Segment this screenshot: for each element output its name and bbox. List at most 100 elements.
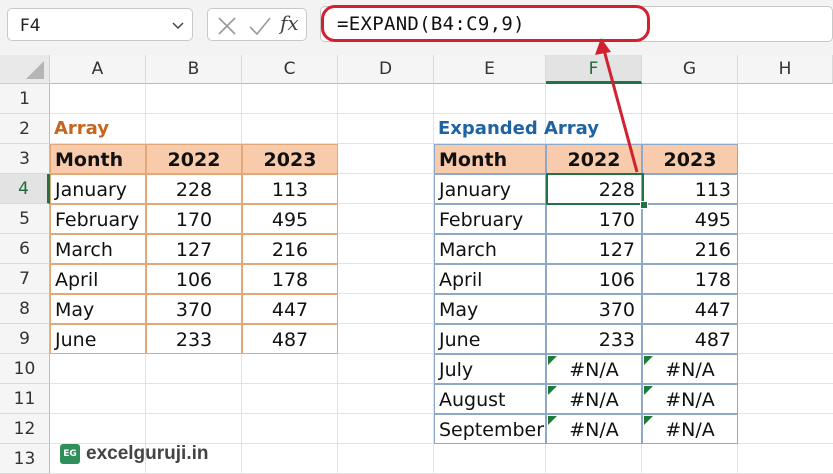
error-indicator-icon [548, 416, 557, 425]
right-table-cell[interactable]: 216 [642, 234, 738, 264]
row-header-10[interactable]: 10 [0, 354, 50, 384]
left-table-cell[interactable]: 228 [146, 174, 242, 204]
error-value: #N/A [569, 389, 619, 411]
checkmark-icon[interactable] [248, 15, 272, 37]
left-table-cell[interactable]: 113 [242, 174, 338, 204]
right-table-cell[interactable]: March [434, 234, 546, 264]
row-header-8[interactable]: 8 [0, 294, 50, 324]
right-table-cell[interactable]: 495 [642, 204, 738, 234]
right-table-header[interactable]: 2022 [546, 144, 642, 174]
right-table-cell[interactable]: July [434, 354, 546, 384]
column-header-C[interactable]: C [242, 55, 338, 84]
column-header-B[interactable]: B [146, 55, 242, 84]
select-all-corner[interactable] [0, 55, 50, 84]
right-table-cell[interactable]: January [434, 174, 546, 204]
watermark-text: excelguruji.in [86, 443, 209, 464]
row-header-7[interactable]: 7 [0, 264, 50, 294]
right-table-cell[interactable]: #N/A [642, 354, 738, 384]
select-all-triangle-icon [26, 61, 44, 79]
error-indicator-icon [644, 356, 653, 365]
right-table-cell[interactable]: 447 [642, 294, 738, 324]
right-table-cell[interactable]: 370 [546, 294, 642, 324]
right-table-cell[interactable]: #N/A [546, 414, 642, 444]
error-value: #N/A [569, 419, 619, 441]
left-table-cell[interactable]: 170 [146, 204, 242, 234]
right-table-header[interactable]: 2023 [642, 144, 738, 174]
right-table-cell[interactable]: 178 [642, 264, 738, 294]
left-table-cell[interactable]: 370 [146, 294, 242, 324]
column-header-D[interactable]: D [338, 55, 434, 84]
error-indicator-icon [548, 386, 557, 395]
formula-buttons: fx [207, 8, 307, 41]
left-table-cell[interactable]: May [50, 294, 146, 324]
left-table-cell[interactable]: 233 [146, 324, 242, 354]
error-indicator-icon [644, 386, 653, 395]
column-header-A[interactable]: A [50, 55, 146, 84]
right-table-header[interactable]: Month [434, 144, 546, 174]
right-table-cell[interactable]: #N/A [642, 384, 738, 414]
right-table-title[interactable]: Expanded Array [434, 114, 634, 144]
fx-icon[interactable]: fx [280, 11, 299, 35]
error-value: #N/A [665, 419, 715, 441]
right-table-cell[interactable]: April [434, 264, 546, 294]
row-header-5[interactable]: 5 [0, 204, 50, 234]
row-header-13[interactable]: 13 [0, 444, 50, 474]
error-indicator-icon [644, 416, 653, 425]
right-table-cell[interactable]: #N/A [546, 354, 642, 384]
column-header-H[interactable]: H [738, 55, 833, 84]
left-table-header[interactable]: 2022 [146, 144, 242, 174]
left-table-cell[interactable]: April [50, 264, 146, 294]
fill-handle[interactable] [640, 201, 648, 209]
left-table-cell[interactable]: March [50, 234, 146, 264]
left-table-cell[interactable]: 216 [242, 234, 338, 264]
right-table-cell[interactable]: May [434, 294, 546, 324]
right-table-cell[interactable]: 106 [546, 264, 642, 294]
error-indicator-icon [548, 356, 557, 365]
name-box[interactable]: F4 [7, 8, 193, 41]
row-header-11[interactable]: 11 [0, 384, 50, 414]
column-header-F[interactable]: F [546, 55, 642, 84]
left-table-title[interactable]: Array [50, 114, 200, 144]
right-table-cell[interactable]: #N/A [642, 414, 738, 444]
name-box-value: F4 [20, 16, 41, 36]
right-table-cell[interactable]: September [434, 414, 546, 444]
left-table-header[interactable]: 2023 [242, 144, 338, 174]
row-header-4[interactable]: 4 [0, 174, 50, 204]
left-table-cell[interactable]: June [50, 324, 146, 354]
column-header-E[interactable]: E [434, 55, 546, 84]
error-value: #N/A [665, 359, 715, 381]
error-value: #N/A [665, 389, 715, 411]
excelguruji-logo: EG [60, 444, 80, 464]
row-header-6[interactable]: 6 [0, 234, 50, 264]
active-cell-F4[interactable] [546, 173, 644, 205]
column-header-G[interactable]: G [642, 55, 738, 84]
left-table-cell[interactable]: 447 [242, 294, 338, 324]
row-header-9[interactable]: 9 [0, 324, 50, 354]
left-table-cell[interactable]: 495 [242, 204, 338, 234]
row-header-1[interactable]: 1 [0, 84, 50, 114]
right-table-cell[interactable]: 487 [642, 324, 738, 354]
right-table-cell[interactable]: 113 [642, 174, 738, 204]
left-table-cell[interactable]: January [50, 174, 146, 204]
right-table-cell[interactable]: February [434, 204, 546, 234]
right-table-cell[interactable]: 233 [546, 324, 642, 354]
left-table-header[interactable]: Month [50, 144, 146, 174]
left-table-cell[interactable]: 106 [146, 264, 242, 294]
right-table-cell[interactable]: 127 [546, 234, 642, 264]
right-table-cell[interactable]: June [434, 324, 546, 354]
left-table-cell[interactable]: 487 [242, 324, 338, 354]
right-table-cell[interactable]: August [434, 384, 546, 414]
row-header-12[interactable]: 12 [0, 414, 50, 444]
cross-icon[interactable] [216, 15, 238, 37]
row-header-3[interactable]: 3 [0, 144, 50, 174]
row-header-2[interactable]: 2 [0, 114, 50, 144]
chevron-down-icon[interactable] [170, 17, 186, 33]
left-table-cell[interactable]: 127 [146, 234, 242, 264]
formula-highlight-annotation [321, 5, 650, 42]
formula-bar: F4 fx =EXPAND(B4:C9,9) [0, 0, 833, 55]
right-table-cell[interactable]: #N/A [546, 384, 642, 414]
error-value: #N/A [569, 359, 619, 381]
left-table-cell[interactable]: 178 [242, 264, 338, 294]
right-table-cell[interactable]: 170 [546, 204, 642, 234]
left-table-cell[interactable]: February [50, 204, 146, 234]
